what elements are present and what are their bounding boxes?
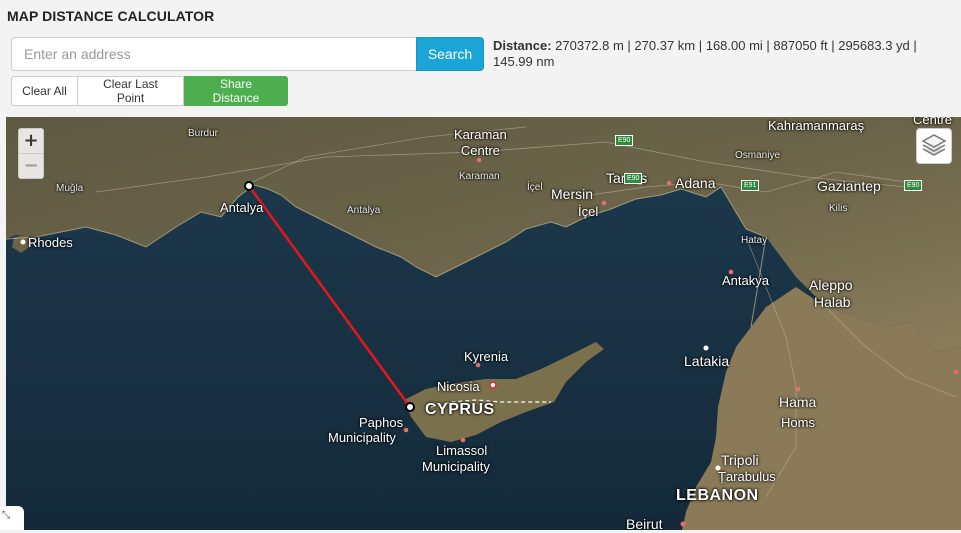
label-rhodes: Rhodes bbox=[28, 235, 73, 250]
label-tarabulus: Țarabulus bbox=[718, 469, 776, 484]
zoom-out-button[interactable]: − bbox=[19, 153, 43, 178]
label-latakia: Latakia bbox=[684, 353, 730, 369]
label-mugla: Muğla bbox=[56, 183, 84, 194]
label-limassol-municipality: Municipality bbox=[422, 459, 490, 474]
label-lebanon: LEBANON bbox=[676, 487, 759, 504]
share-distance-button[interactable]: Share Distance bbox=[184, 76, 288, 106]
label-burdur: Burdur bbox=[188, 128, 219, 139]
label-antalya: Antalya bbox=[220, 200, 264, 215]
label-mersin: Mersin bbox=[551, 186, 594, 202]
label-nicosia: Nicosia bbox=[437, 379, 480, 394]
end-marker[interactable] bbox=[405, 402, 415, 412]
label-gaziantep: Gaziantep bbox=[817, 178, 881, 194]
clear-last-point-button[interactable]: Clear Last Point bbox=[78, 76, 184, 106]
label-icel: İçel bbox=[578, 204, 599, 219]
label-osmaniye: Osmaniye bbox=[735, 150, 781, 161]
distance-readout: Distance: 270372.8 m | 270.37 km | 168.0… bbox=[493, 38, 955, 70]
layers-icon bbox=[921, 134, 947, 156]
label-cyprus: CYPRUS bbox=[425, 401, 495, 418]
label-kyrenia: Kyrenia bbox=[464, 349, 509, 364]
clear-all-button[interactable]: Clear All bbox=[11, 76, 78, 106]
label-hatay: Hatay bbox=[741, 235, 768, 246]
label-limassol: Limassol bbox=[436, 443, 488, 458]
zoom-in-button[interactable]: + bbox=[19, 129, 43, 153]
label-antalya-province: Antalya bbox=[347, 205, 381, 216]
resize-corner[interactable]: ⤡ bbox=[0, 506, 24, 533]
map-canvas[interactable]: + − Burdur Karaman Centre Karaman Kahram… bbox=[6, 117, 961, 530]
label-homs: Homs bbox=[781, 415, 815, 430]
header-bar: MAP DISTANCE CALCULATOR Search Distance:… bbox=[0, 0, 961, 116]
label-adana: Adana bbox=[675, 175, 716, 191]
label-karaman-centre: Karaman Centre bbox=[454, 127, 507, 158]
action-button-group: Clear All Clear Last Point Share Distanc… bbox=[11, 76, 288, 106]
road-badge-e90-2: E90 bbox=[624, 173, 643, 184]
resize-icon: ⤡ bbox=[2, 510, 10, 521]
address-search-input[interactable] bbox=[11, 37, 416, 71]
label-paphos-municipality: Municipality bbox=[328, 430, 396, 445]
label-centre-edge: Centre bbox=[913, 117, 953, 127]
label-karaman: Karaman bbox=[459, 171, 500, 182]
label-beirut: Beirut bbox=[626, 516, 663, 530]
distance-value: 270372.8 m | 270.37 km | 168.00 mi | 887… bbox=[493, 38, 917, 69]
label-icel-small: İçel bbox=[527, 182, 543, 193]
search-button[interactable]: Search bbox=[416, 37, 484, 71]
road-badge-e91: E91 bbox=[741, 180, 760, 191]
label-hama: Hama bbox=[779, 394, 817, 410]
road-badge-e90-3: E90 bbox=[904, 180, 923, 191]
distance-label: Distance: bbox=[493, 38, 552, 53]
label-tripoli: Tripoli bbox=[721, 452, 759, 468]
label-kahramanmaras: Kahramanmaraş bbox=[768, 118, 865, 133]
start-marker[interactable] bbox=[244, 181, 254, 191]
label-kilis: Kilis bbox=[829, 203, 848, 214]
label-halab: Halab bbox=[814, 294, 851, 310]
layers-button[interactable] bbox=[916, 128, 952, 164]
label-aleppo: Aleppo bbox=[809, 277, 853, 293]
zoom-control: + − bbox=[18, 128, 44, 179]
label-paphos: Paphos bbox=[359, 415, 404, 430]
page-title: MAP DISTANCE CALCULATOR bbox=[7, 8, 215, 24]
road-badge-e90: E90 bbox=[615, 135, 634, 146]
label-antakya: Antakya bbox=[722, 273, 769, 288]
